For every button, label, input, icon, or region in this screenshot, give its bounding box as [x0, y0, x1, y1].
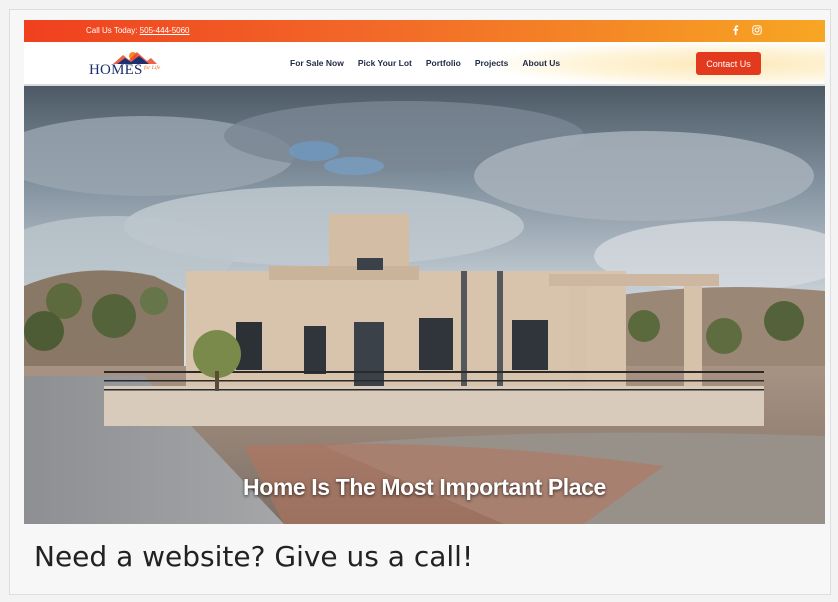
facebook-icon[interactable] — [729, 24, 741, 36]
nav-item-pick-your-lot[interactable]: Pick Your Lot — [358, 58, 412, 68]
nav-item-projects[interactable]: Projects — [475, 58, 509, 68]
nav-item-portfolio[interactable]: Portfolio — [426, 58, 461, 68]
hero-house-image — [24, 86, 825, 524]
phone-link[interactable]: 505-444-5060 — [140, 26, 190, 35]
contact-us-button[interactable]: Contact Us — [696, 52, 761, 75]
nav-menu: For Sale Now Pick Your Lot Portfolio Pro… — [290, 58, 560, 68]
logo-tagline: for Life — [144, 65, 161, 71]
top-bar: Call Us Today: 505-444-5060 — [24, 20, 825, 42]
call-us-text: Call Us Today: 505-444-5060 — [86, 26, 190, 35]
nav-item-about-us[interactable]: About Us — [522, 58, 560, 68]
hero-section: Home Is The Most Important Place — [24, 86, 825, 524]
social-links — [729, 24, 763, 36]
nav-item-for-sale-now[interactable]: For Sale Now — [290, 58, 344, 68]
logo-wordmark: HOMES — [89, 62, 143, 78]
homes-for-life-logo[interactable]: HOMES for Life — [89, 50, 179, 80]
footer-message: Need a website? Give us a call! — [34, 540, 474, 573]
website-preview: Call Us Today: 505-444-5060 HOMES for Li… — [24, 20, 825, 524]
instagram-icon[interactable] — [751, 24, 763, 36]
main-navigation: HOMES for Life For Sale Now Pick Your Lo… — [24, 42, 825, 86]
screenshot-frame: Call Us Today: 505-444-5060 HOMES for Li… — [9, 9, 831, 595]
hero-tagline: Home Is The Most Important Place — [243, 474, 606, 500]
call-us-label: Call Us Today: — [86, 26, 138, 35]
